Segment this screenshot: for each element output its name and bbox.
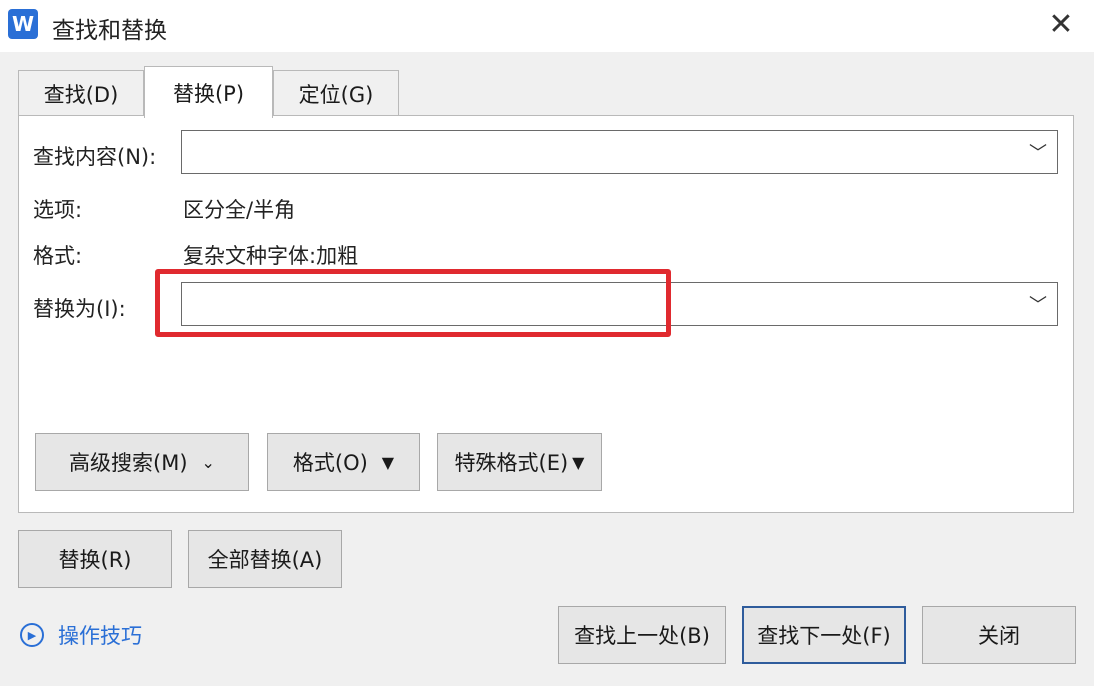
close-icon[interactable]: ✕ [1044, 8, 1078, 42]
window-title: 查找和替换 [52, 18, 167, 44]
tips-link[interactable]: 操作技巧 [58, 620, 142, 650]
play-circle-icon[interactable]: ▶ [20, 623, 44, 647]
triangle-down-icon: ▼ [572, 452, 585, 472]
advanced-search-button[interactable]: 高级搜索(M) ⌄ [35, 433, 249, 491]
find-input[interactable]: ﹀ [181, 130, 1058, 174]
tab-find[interactable]: 查找(D) [18, 70, 144, 116]
find-next-button[interactable]: 查找下一处(F) [742, 606, 906, 664]
replace-button[interactable]: 替换(R) [18, 530, 172, 588]
wps-logo-icon: W [8, 9, 38, 39]
double-chevron-down-icon: ⌄ [201, 452, 215, 472]
find-label: 查找内容(N): [33, 145, 157, 169]
format-button[interactable]: 格式(O) ▼ [267, 433, 420, 491]
chevron-down-icon[interactable]: ﹀ [1029, 139, 1047, 165]
format-label: 格式: [33, 244, 83, 268]
tab-replace[interactable]: 替换(P) [144, 66, 273, 118]
chevron-down-icon[interactable]: ﹀ [1029, 291, 1047, 317]
find-previous-button[interactable]: 查找上一处(B) [558, 606, 726, 664]
highlight-box [155, 269, 671, 337]
triangle-down-icon: ▼ [381, 452, 395, 472]
options-value: 区分全/半角 [183, 198, 296, 222]
title-bar: W 查找和替换 ✕ [0, 0, 1094, 52]
options-label: 选项: [33, 198, 83, 222]
replace-panel: 查找内容(N): ﹀ 选项: 区分全/半角 格式: 复杂文种字体:加粗 替换为(… [18, 115, 1074, 513]
close-button[interactable]: 关闭 [922, 606, 1076, 664]
format-value: 复杂文种字体:加粗 [183, 244, 359, 268]
special-format-button[interactable]: 特殊格式(E) ▼ [437, 433, 602, 491]
replace-label: 替换为(I): [33, 297, 126, 321]
replace-all-button[interactable]: 全部替换(A) [188, 530, 342, 588]
tab-goto[interactable]: 定位(G) [273, 70, 399, 116]
